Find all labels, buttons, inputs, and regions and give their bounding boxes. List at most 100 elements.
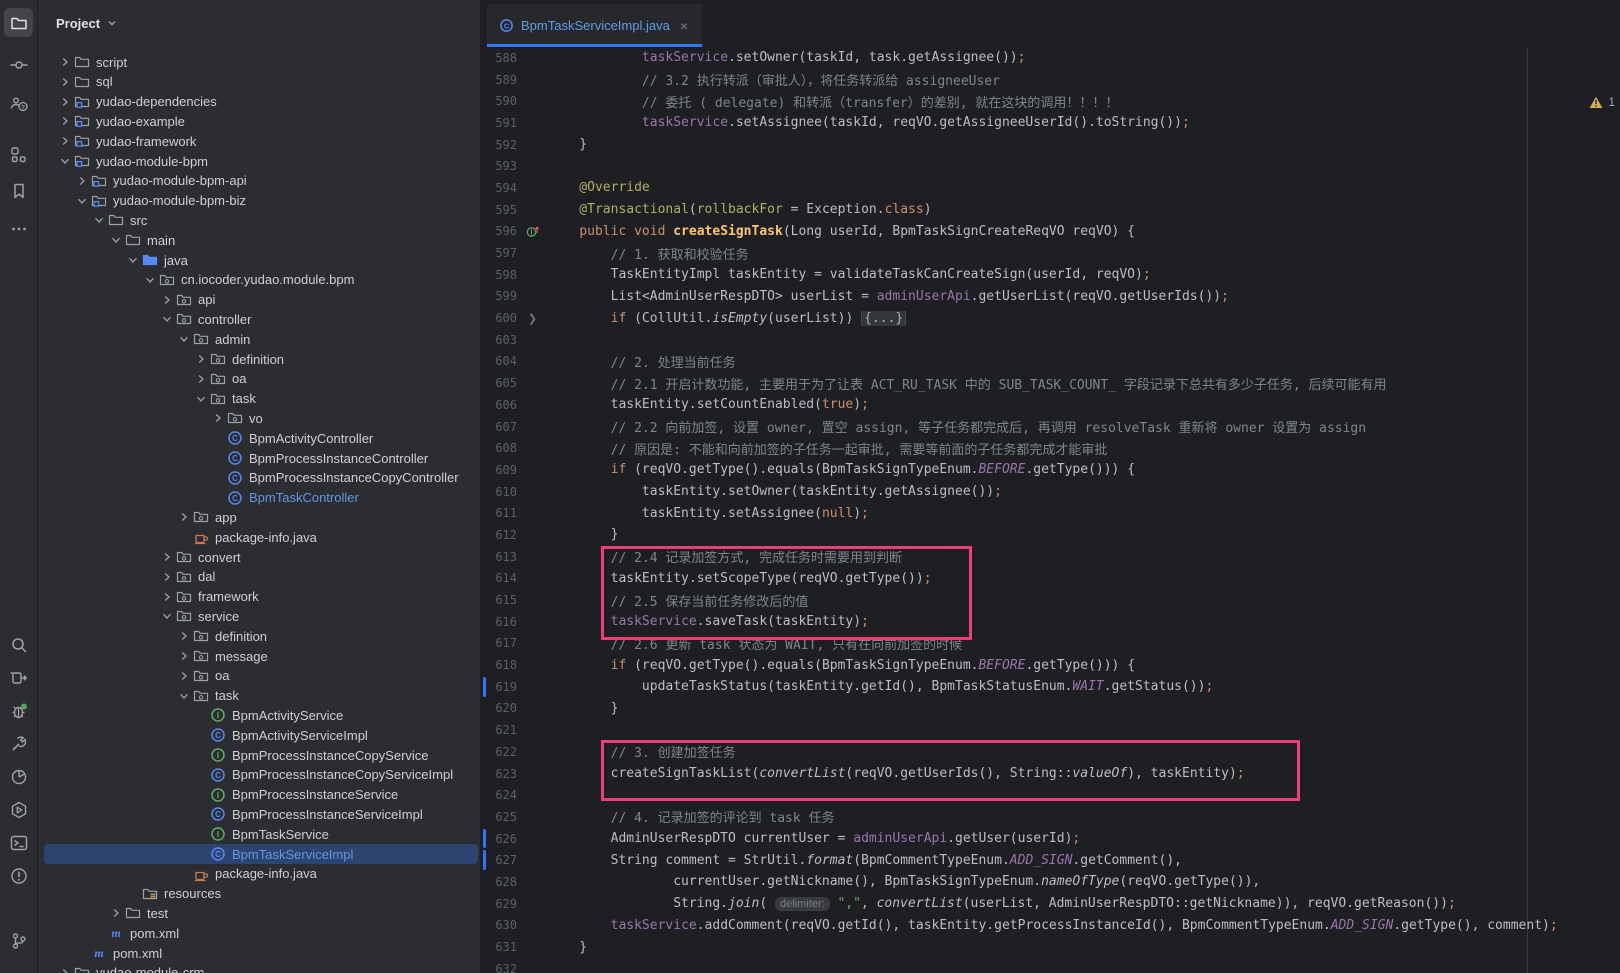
build-icon[interactable] bbox=[4, 729, 33, 758]
chevron-right-icon[interactable] bbox=[176, 628, 192, 644]
tree-item-yudao-module-bpm-biz[interactable]: yudao-module-bpm-biz bbox=[38, 191, 480, 211]
chevron-down-icon[interactable] bbox=[159, 608, 175, 624]
tree-item-sql[interactable]: sql bbox=[38, 72, 480, 92]
chevron-right-icon[interactable] bbox=[57, 965, 73, 973]
tree-item-bpmactivitycontroller[interactable]: CBpmActivityController bbox=[38, 428, 480, 448]
tree-item-bpmprocessinstancecopycontroller[interactable]: CBpmProcessInstanceCopyController bbox=[38, 468, 480, 488]
tree-item-yudao-example[interactable]: yudao-example bbox=[38, 111, 480, 131]
tree-item-framework[interactable]: framework bbox=[38, 587, 480, 607]
tree-item-definition[interactable]: definition bbox=[38, 626, 480, 646]
git-icon[interactable] bbox=[4, 926, 33, 955]
tree-item-script[interactable]: script bbox=[38, 52, 480, 72]
tree-item-task[interactable]: task bbox=[38, 686, 480, 706]
tree-item-package-info-java[interactable]: package-info.java bbox=[38, 527, 480, 547]
tree-item-yudao-module-bpm-api[interactable]: yudao-module-bpm-api bbox=[38, 171, 480, 191]
chevron-right-icon[interactable] bbox=[159, 292, 175, 308]
tree-item-bpmprocessinstanceserviceimpl[interactable]: CBpmProcessInstanceServiceImpl bbox=[38, 804, 480, 824]
tree-item-vo[interactable]: vo bbox=[38, 408, 480, 428]
chevron-down-icon[interactable] bbox=[125, 252, 141, 268]
tree-item-app[interactable]: app bbox=[38, 507, 480, 527]
tree-item-oa[interactable]: oa bbox=[38, 369, 480, 389]
tree-item-bpmactivityservice[interactable]: IBpmActivityService bbox=[38, 705, 480, 725]
chevron-right-icon[interactable] bbox=[159, 569, 175, 585]
tab-bpmtaskserviceimpl[interactable]: C BpmTaskServiceImpl.java × bbox=[487, 4, 702, 47]
chevron-right-icon[interactable] bbox=[193, 371, 209, 387]
search-icon[interactable] bbox=[4, 630, 33, 659]
services-icon[interactable] bbox=[4, 663, 33, 692]
fold-gutter[interactable]: ❯ bbox=[517, 307, 548, 329]
tree-item-message[interactable]: message bbox=[38, 646, 480, 666]
tree-item-yudao-dependencies[interactable]: yudao-dependencies bbox=[38, 92, 480, 112]
problems-icon[interactable] bbox=[4, 861, 33, 890]
commit-icon[interactable] bbox=[4, 50, 33, 79]
chevron-down-icon[interactable] bbox=[57, 153, 73, 169]
profiler-icon[interactable] bbox=[4, 762, 33, 791]
tree-item-yudao-framework[interactable]: yudao-framework bbox=[38, 131, 480, 151]
structure-icon[interactable] bbox=[4, 140, 33, 169]
tree-item-bpmprocessinstancecopyservice[interactable]: IBpmProcessInstanceCopyService bbox=[38, 745, 480, 765]
chevron-right-icon[interactable] bbox=[176, 648, 192, 664]
tree-item-oa[interactable]: oa bbox=[38, 666, 480, 686]
tree-item-convert[interactable]: convert bbox=[38, 547, 480, 567]
tree-item-pom-xml[interactable]: mpom.xml bbox=[38, 943, 480, 963]
chevron-right-icon[interactable] bbox=[57, 133, 73, 149]
chevron-down-icon[interactable] bbox=[176, 331, 192, 347]
tree-item-bpmtaskserviceimpl[interactable]: CBpmTaskServiceImpl bbox=[38, 844, 480, 864]
folded-region[interactable]: {...} bbox=[861, 311, 906, 326]
tree-item-bpmprocessinstanceservice[interactable]: IBpmProcessInstanceService bbox=[38, 785, 480, 805]
chevron-right-icon[interactable] bbox=[108, 905, 124, 921]
tree-item-cn-iocoder-yudao-module-bpm[interactable]: cn.iocoder.yudao.module.bpm bbox=[38, 270, 480, 290]
close-icon[interactable]: × bbox=[678, 18, 690, 34]
terminal-icon[interactable] bbox=[4, 828, 33, 857]
chevron-right-icon[interactable] bbox=[57, 54, 73, 70]
chevron-right-icon[interactable] bbox=[159, 589, 175, 605]
chevron-right-icon[interactable] bbox=[176, 668, 192, 684]
tree-item-bpmprocessinstancecontroller[interactable]: CBpmProcessInstanceController bbox=[38, 448, 480, 468]
override-gutter[interactable]: I bbox=[517, 221, 548, 243]
tree-item-task[interactable]: task bbox=[38, 389, 480, 409]
chevron-down-icon[interactable] bbox=[142, 272, 158, 288]
more-icon[interactable] bbox=[4, 214, 33, 243]
pull-requests-icon[interactable]: ? bbox=[4, 89, 33, 118]
tree-item-service[interactable]: service bbox=[38, 606, 480, 626]
tree-item-resources[interactable]: resources bbox=[38, 884, 480, 904]
chevron-right-icon[interactable] bbox=[74, 173, 90, 189]
tree-item-package-info-java[interactable]: package-info.java bbox=[38, 864, 480, 884]
tree-item-pom-xml[interactable]: mpom.xml bbox=[38, 923, 480, 943]
run-icon[interactable] bbox=[4, 795, 33, 824]
tree-item-bpmtaskservice[interactable]: IBpmTaskService bbox=[38, 824, 480, 844]
chevron-right-icon[interactable] bbox=[210, 410, 226, 426]
chevron-right-icon[interactable] bbox=[159, 549, 175, 565]
chevron-down-icon[interactable] bbox=[108, 232, 124, 248]
debug-icon[interactable] bbox=[4, 696, 33, 725]
chevron-right-icon[interactable] bbox=[57, 113, 73, 129]
tree-item-yudao-module-bpm[interactable]: yudao-module-bpm bbox=[38, 151, 480, 171]
inspections-widget[interactable]: 1 bbox=[1589, 95, 1620, 109]
chevron-right-icon[interactable] bbox=[57, 74, 73, 90]
chevron-right-icon[interactable] bbox=[176, 509, 192, 525]
chevron-right-icon[interactable] bbox=[57, 94, 73, 110]
tree-item-controller[interactable]: controller bbox=[38, 309, 480, 329]
tree-item-api[interactable]: api bbox=[38, 290, 480, 310]
project-icon[interactable] bbox=[4, 8, 33, 37]
code-area[interactable]: 588 taskService.setOwner(taskId, task.ge… bbox=[481, 47, 1620, 973]
tree-item-dal[interactable]: dal bbox=[38, 567, 480, 587]
chevron-down-icon[interactable] bbox=[74, 193, 90, 209]
tree-item-admin[interactable]: admin bbox=[38, 329, 480, 349]
tree-item-bpmactivityserviceimpl[interactable]: CBpmActivityServiceImpl bbox=[38, 725, 480, 745]
project-panel-header[interactable]: Project bbox=[38, 0, 480, 47]
tree-item-definition[interactable]: definition bbox=[38, 349, 480, 369]
tree-item-main[interactable]: main bbox=[38, 230, 480, 250]
chevron-down-icon[interactable] bbox=[176, 688, 192, 704]
chevron-right-icon[interactable] bbox=[193, 351, 209, 367]
tree-item-src[interactable]: src bbox=[38, 210, 480, 230]
tree-item-java[interactable]: java bbox=[38, 250, 480, 270]
chevron-down-icon[interactable] bbox=[159, 311, 175, 327]
tree-item-yudao-module-crm[interactable]: yudao-module-crm bbox=[38, 963, 480, 973]
tree-item-bpmtaskcontroller[interactable]: CBpmTaskController bbox=[38, 488, 480, 508]
tree-item-bpmprocessinstancecopyserviceimpl[interactable]: CBpmProcessInstanceCopyServiceImpl bbox=[38, 765, 480, 785]
chevron-down-icon[interactable] bbox=[91, 212, 107, 228]
tree-item-test[interactable]: test bbox=[38, 903, 480, 923]
chevron-down-icon[interactable] bbox=[193, 391, 209, 407]
bookmarks-icon[interactable] bbox=[4, 176, 33, 205]
